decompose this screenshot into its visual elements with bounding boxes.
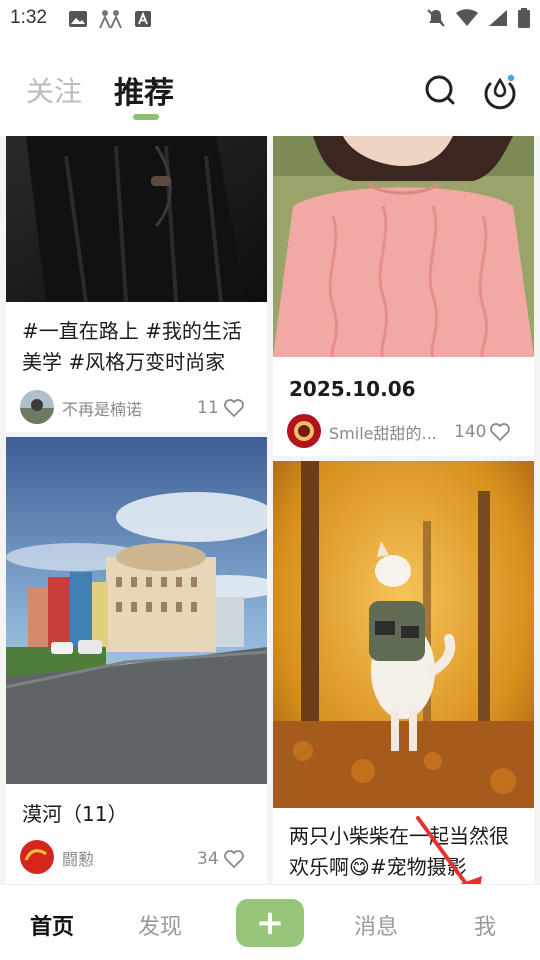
heart-icon[interactable] (223, 398, 245, 418)
tab-recommend[interactable]: 推荐 (114, 68, 174, 112)
author-name[interactable]: Smile甜甜的... (329, 420, 439, 444)
like-count: 11 (197, 398, 219, 418)
bottom-navigation: 首页 发现 + 消息 我 (0, 884, 540, 960)
image-icon (69, 11, 87, 27)
nav-messages[interactable]: 消息 (354, 909, 398, 941)
search-icon[interactable] (422, 72, 458, 108)
bell-off-icon (427, 9, 445, 27)
avatar[interactable] (20, 840, 54, 874)
author-name[interactable]: 闘懃 (62, 846, 172, 870)
plus-icon: + (255, 903, 285, 943)
feed-grid: #一直在路上 #我的生活美学 #风格万变时尚家 不再是楠诺 11 漠河（11） … (0, 136, 540, 884)
tab-active-indicator (133, 114, 159, 120)
feed-card[interactable]: #一直在路上 #我的生活美学 #风格万变时尚家 不再是楠诺 11 (6, 136, 267, 432)
like-count: 140 (454, 422, 487, 442)
post-title: 两只小柴柴在一起当然很欢乐啊😋#宠物摄影 (289, 824, 509, 879)
nav-me[interactable]: 我 (474, 909, 496, 941)
feed-card[interactable]: 漠河（11） 闘懃 34 (6, 437, 267, 884)
avatar[interactable] (287, 414, 321, 448)
text-a-icon (135, 11, 151, 27)
top-header: 关注 推荐 (0, 36, 540, 136)
status-left-icons (68, 8, 152, 30)
signal-icon (489, 10, 507, 26)
post-image (273, 461, 534, 808)
wifi-icon (456, 9, 478, 26)
author-name[interactable]: 不再是楠诺 (62, 396, 172, 420)
feed-card[interactable]: 两只小柴柴在一起当然很欢乐啊😋#宠物摄影 (273, 461, 534, 884)
feed-card[interactable]: 2025.10.06 Smile甜甜的... 140 (273, 136, 534, 456)
post-image (6, 136, 267, 302)
post-image (273, 136, 534, 357)
nav-discover[interactable]: 发现 (138, 909, 182, 941)
notification-figure-icon (99, 10, 122, 29)
status-time: 1:32 (10, 7, 47, 28)
avatar[interactable] (20, 390, 54, 424)
heart-icon[interactable] (489, 422, 511, 442)
tab-follow[interactable]: 关注 (26, 70, 82, 110)
status-bar: 1:32 (0, 0, 540, 36)
post-image (6, 437, 267, 784)
nav-home[interactable]: 首页 (30, 909, 74, 941)
battery-icon (518, 8, 530, 28)
post-title: 漠河（11） (22, 802, 128, 826)
post-title: 2025.10.06 (289, 377, 416, 401)
status-right-icons (426, 8, 530, 28)
post-button[interactable]: + (236, 899, 304, 947)
heart-icon[interactable] (223, 849, 245, 869)
like-count: 34 (197, 849, 219, 869)
post-title: #一直在路上 #我的生活美学 #风格万变时尚家 (22, 319, 242, 374)
water-drop-icon[interactable] (480, 70, 520, 110)
